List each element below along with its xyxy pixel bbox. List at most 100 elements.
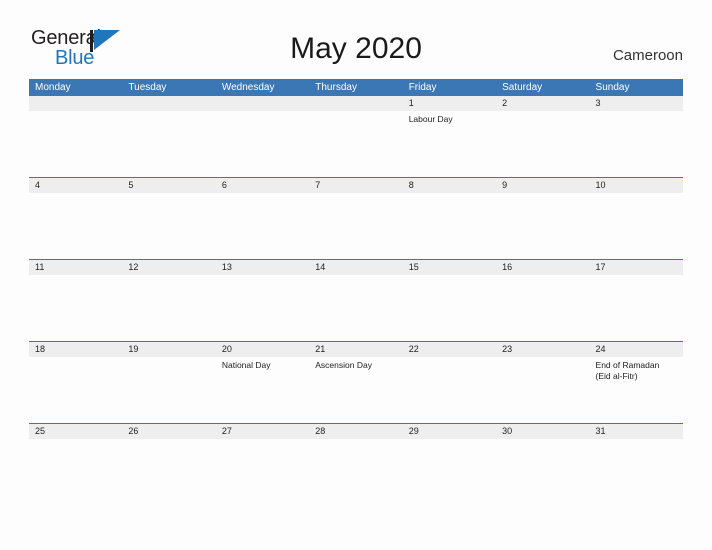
day-number[interactable]: 14 (309, 260, 402, 275)
day-cell[interactable] (403, 275, 496, 341)
day-number[interactable] (122, 96, 215, 111)
day-cell[interactable] (496, 275, 589, 341)
day-number[interactable]: 25 (29, 424, 122, 439)
weekday-header-thursday: Thursday (315, 82, 357, 93)
day-cell[interactable] (309, 275, 402, 341)
day-cell[interactable] (122, 275, 215, 341)
day-number[interactable]: 15 (403, 260, 496, 275)
day-number[interactable]: 5 (122, 178, 215, 193)
day-number[interactable]: 13 (216, 260, 309, 275)
day-number[interactable] (216, 96, 309, 111)
country-label: Cameroon (612, 47, 683, 64)
day-cell[interactable] (29, 111, 122, 177)
day-cell[interactable] (496, 111, 589, 177)
day-cell[interactable] (403, 439, 496, 505)
week-row: 25 26 27 28 29 30 31 (29, 423, 683, 505)
day-number[interactable]: 28 (309, 424, 402, 439)
day-cell[interactable] (216, 111, 309, 177)
weekday-header-saturday: Saturday (502, 82, 543, 93)
holiday-label: Ascension Day (315, 360, 372, 370)
week-row: 4 5 6 7 8 9 10 (29, 177, 683, 259)
day-number[interactable]: 20 (216, 342, 309, 357)
day-cell[interactable]: End of Ramadan (Eid al-Fitr) (590, 357, 683, 423)
day-cell[interactable] (590, 193, 683, 259)
day-number[interactable]: 18 (29, 342, 122, 357)
week-date-band: 4 5 6 7 8 9 10 (29, 178, 683, 193)
week-row: 1 2 3 Labour Day (29, 96, 683, 177)
weekday-header-monday: Monday (35, 82, 71, 93)
day-cell[interactable] (29, 357, 122, 423)
day-cell[interactable] (122, 439, 215, 505)
day-number[interactable]: 26 (122, 424, 215, 439)
week-event-band (29, 275, 683, 341)
day-number[interactable]: 1 (403, 96, 496, 111)
day-number[interactable]: 21 (309, 342, 402, 357)
day-cell[interactable]: Ascension Day (309, 357, 402, 423)
day-number[interactable]: 27 (216, 424, 309, 439)
day-cell[interactable] (590, 439, 683, 505)
day-cell[interactable] (216, 193, 309, 259)
day-number[interactable]: 4 (29, 178, 122, 193)
day-number[interactable]: 31 (590, 424, 683, 439)
day-number[interactable]: 24 (590, 342, 683, 357)
day-cell[interactable] (122, 111, 215, 177)
weekday-header-row: Monday Tuesday Wednesday Thursday Friday… (29, 79, 683, 96)
day-number[interactable]: 29 (403, 424, 496, 439)
week-row: 11 12 13 14 15 16 17 (29, 259, 683, 341)
day-number[interactable] (309, 96, 402, 111)
day-cell[interactable] (590, 111, 683, 177)
week-event-band (29, 193, 683, 259)
day-cell[interactable] (403, 193, 496, 259)
day-number[interactable]: 7 (309, 178, 402, 193)
page-title: May 2020 (290, 32, 422, 65)
day-number[interactable]: 22 (403, 342, 496, 357)
day-number[interactable]: 3 (590, 96, 683, 111)
day-number[interactable]: 30 (496, 424, 589, 439)
weekday-header-tuesday: Tuesday (128, 82, 167, 93)
weekday-header-sunday: Sunday (595, 82, 630, 93)
page-header: General Blue May 2020 Cameroon (0, 0, 712, 76)
holiday-label: End of Ramadan (Eid al-Fitr) (595, 360, 660, 381)
week-date-band: 11 12 13 14 15 16 17 (29, 260, 683, 275)
holiday-label: Labour Day (408, 114, 453, 124)
day-cell[interactable] (309, 193, 402, 259)
day-number[interactable]: 2 (496, 96, 589, 111)
day-cell[interactable] (216, 275, 309, 341)
week-date-band: 18 19 20 21 22 23 24 (29, 342, 683, 357)
day-cell[interactable] (309, 439, 402, 505)
week-event-band (29, 439, 683, 505)
weekday-header-friday: Friday (408, 82, 437, 93)
day-number[interactable]: 17 (590, 260, 683, 275)
day-number[interactable]: 12 (122, 260, 215, 275)
day-number[interactable]: 8 (403, 178, 496, 193)
day-cell[interactable]: Labour Day (403, 111, 496, 177)
day-cell[interactable] (216, 439, 309, 505)
day-cell[interactable] (29, 193, 122, 259)
day-cell[interactable] (122, 193, 215, 259)
day-number[interactable] (29, 96, 122, 111)
day-number[interactable]: 23 (496, 342, 589, 357)
day-number[interactable]: 10 (590, 178, 683, 193)
day-number[interactable]: 6 (216, 178, 309, 193)
week-event-band: Labour Day (29, 111, 683, 177)
day-cell[interactable] (309, 111, 402, 177)
day-cell[interactable]: National Day (216, 357, 309, 423)
day-number[interactable]: 16 (496, 260, 589, 275)
day-number[interactable]: 11 (29, 260, 122, 275)
week-event-band: National Day Ascension Day End of Ramada… (29, 357, 683, 423)
day-cell[interactable] (590, 275, 683, 341)
week-date-band: 1 2 3 (29, 96, 683, 111)
day-number[interactable]: 9 (496, 178, 589, 193)
week-date-band: 25 26 27 28 29 30 31 (29, 424, 683, 439)
day-cell[interactable] (496, 357, 589, 423)
day-number[interactable]: 19 (122, 342, 215, 357)
calendar-grid: Monday Tuesday Wednesday Thursday Friday… (29, 79, 683, 505)
day-cell[interactable] (29, 439, 122, 505)
day-cell[interactable] (122, 357, 215, 423)
day-cell[interactable] (496, 439, 589, 505)
week-row: 18 19 20 21 22 23 24 National Day Ascens… (29, 341, 683, 423)
day-cell[interactable] (496, 193, 589, 259)
day-cell[interactable] (29, 275, 122, 341)
day-cell[interactable] (403, 357, 496, 423)
weekday-header-wednesday: Wednesday (221, 82, 275, 93)
